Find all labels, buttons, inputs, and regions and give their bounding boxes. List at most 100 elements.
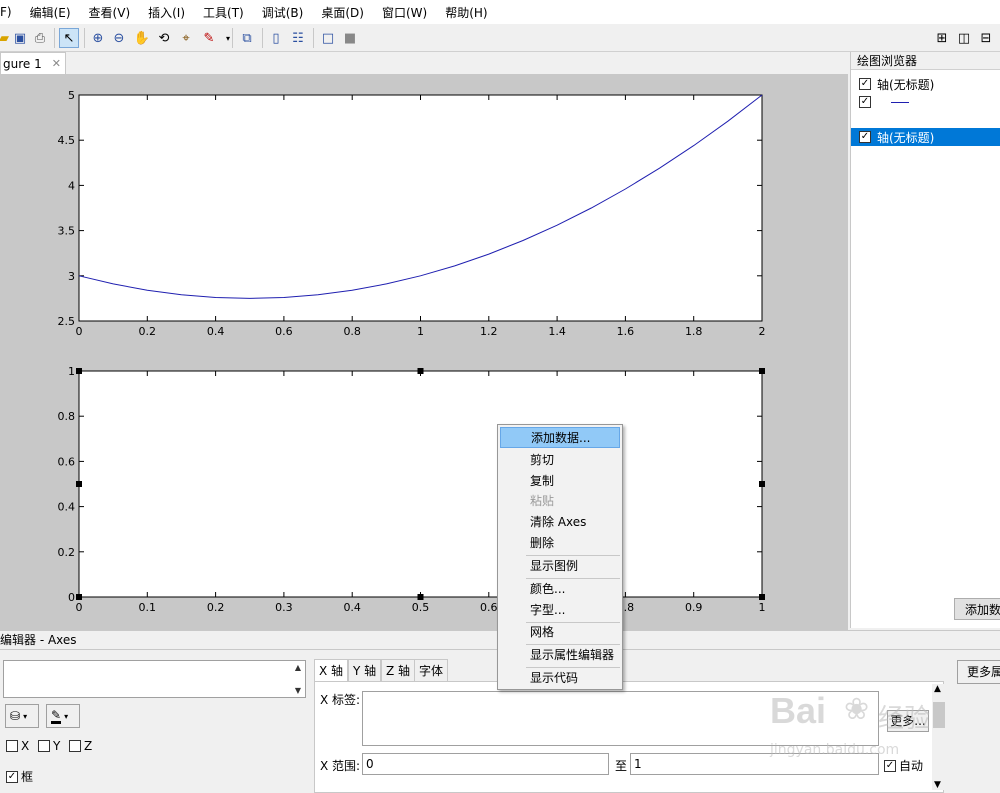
- menu-item-clear-axes[interactable]: 清除 Axes: [500, 512, 620, 533]
- menu-debug[interactable]: 调试(B): [253, 4, 313, 21]
- x-tick-label: 0.3: [275, 601, 293, 614]
- pan-icon[interactable]: ✋: [132, 28, 152, 48]
- tile-icon[interactable]: ⊞: [932, 28, 952, 48]
- x-visible-toggle[interactable]: X: [6, 739, 29, 753]
- tab-x-axis[interactable]: X 轴: [314, 659, 349, 682]
- figure-canvas[interactable]: 0 0.2 0.4 0.6 0.8 1 1.2 1.4 1.6 1.8 2 2.5 3 3.5 4 4.5 5 0…: [0, 74, 848, 630]
- chevron-down-icon: ▾: [23, 711, 28, 721]
- checkbox-icon[interactable]: [69, 740, 81, 752]
- watermark-url: jingyan.baidu.com: [770, 742, 900, 758]
- selection-handle: [76, 594, 82, 600]
- z-visible-toggle[interactable]: Z: [69, 739, 92, 753]
- print-icon[interactable]: ⎙: [30, 28, 50, 48]
- show-tools-icon[interactable]: ■: [340, 28, 360, 48]
- x-tick-label: 1: [759, 601, 766, 614]
- legend-icon[interactable]: ☷: [288, 28, 308, 48]
- scroll-down-icon[interactable]: ▼: [934, 780, 941, 790]
- save-icon[interactable]: ▣: [10, 28, 30, 48]
- menu-item-cut[interactable]: 剪切: [500, 450, 620, 471]
- close-icon[interactable]: ✕: [52, 57, 61, 70]
- selection-handle: [417, 594, 424, 600]
- add-data-button[interactable]: 添加数: [954, 598, 1000, 620]
- edge-color-button[interactable]: ✎ ▾: [46, 704, 80, 728]
- axes-name-field[interactable]: ▲ ▼: [3, 660, 306, 698]
- zoom-out-icon[interactable]: ⊖: [109, 28, 129, 48]
- menu-item-show-legend[interactable]: 显示图例: [500, 556, 620, 577]
- menu-insert[interactable]: 插入(I): [139, 4, 194, 21]
- checkbox-icon[interactable]: ✓: [859, 131, 871, 143]
- x-range-caption: X 范围:: [320, 759, 361, 773]
- selection-handle: [759, 368, 765, 374]
- split-icon[interactable]: ◫: [954, 28, 974, 48]
- rotate-icon[interactable]: ⟲: [154, 28, 174, 48]
- tab-figure-1[interactable]: gure 1 ✕: [0, 52, 66, 74]
- tab-strip: [0, 52, 848, 74]
- y-visible-toggle[interactable]: Y: [38, 739, 60, 753]
- name-scroll[interactable]: ▲ ▼: [291, 661, 305, 697]
- checkbox-icon[interactable]: ✓: [6, 770, 18, 783]
- z-visible-label: Z: [84, 739, 93, 753]
- pointer-icon[interactable]: ↖: [59, 28, 79, 48]
- x-tick-label: 0.4: [207, 325, 225, 338]
- data-cursor-icon[interactable]: ⌖: [176, 28, 196, 48]
- plot-browser-item-line[interactable]: ✓: [851, 93, 1000, 111]
- brush-icon[interactable]: ✎: [199, 28, 219, 48]
- zoom-in-icon[interactable]: ⊕: [88, 28, 108, 48]
- tab-y-axis[interactable]: Y 轴: [348, 659, 382, 681]
- plot-browser-title: 绘图浏览器: [851, 52, 1000, 70]
- y-tick-label: 3: [68, 270, 75, 283]
- colorbar-icon[interactable]: ▯: [266, 28, 286, 48]
- link-icon[interactable]: ⧉: [237, 28, 257, 48]
- menu-edit[interactable]: 编辑(E): [21, 4, 80, 21]
- selection-handle: [76, 368, 82, 374]
- x-tick-label: 0.2: [139, 325, 157, 338]
- menu-item-property-editor[interactable]: 显示属性编辑器: [500, 645, 620, 666]
- dock-icon[interactable]: ⊟: [976, 28, 996, 48]
- hide-tools-icon[interactable]: □: [318, 28, 338, 48]
- plot-browser-item-axes-2[interactable]: ✓ 轴(无标题): [851, 128, 1000, 146]
- to-caption: 至: [615, 759, 628, 773]
- x-tick-label: 1.4: [548, 325, 566, 338]
- figure-svg: 0 0.2 0.4 0.6 0.8 1 1.2 1.4 1.6 1.8 2 2.5 3 3.5 4 4.5 5 0…: [58, 89, 766, 614]
- x-tick-label: 0: [76, 325, 83, 338]
- menu-help[interactable]: 帮助(H): [436, 4, 496, 21]
- baidu-watermark: Bai ❀ 经验 jingyan.baidu.com: [770, 690, 950, 770]
- more-properties-button[interactable]: 更多属: [957, 660, 1000, 684]
- y-tick-label: 4.5: [58, 134, 76, 147]
- scroll-down-icon[interactable]: ▼: [295, 686, 301, 695]
- brush-dropdown-icon[interactable]: ▾: [218, 28, 238, 48]
- y-tick-label: 0.2: [58, 546, 76, 559]
- menu-item-show-code[interactable]: 显示代码: [500, 668, 620, 689]
- selection-handle: [759, 594, 765, 600]
- checkbox-icon[interactable]: [6, 740, 18, 752]
- menu-item-delete[interactable]: 删除: [500, 533, 620, 554]
- y-tick-label: 0: [68, 591, 75, 604]
- menu-item-grid[interactable]: 网格: [500, 622, 620, 643]
- menu-window[interactable]: 窗口(W): [373, 4, 436, 21]
- menu-file[interactable]: F): [0, 5, 21, 19]
- watermark-brand: Bai: [770, 690, 827, 731]
- tab-label: gure 1: [3, 56, 42, 71]
- tab-z-axis[interactable]: Z 轴: [381, 659, 416, 681]
- menu-desktop[interactable]: 桌面(D): [312, 4, 373, 21]
- box-toggle[interactable]: ✓ 框: [6, 768, 33, 785]
- checkbox-icon[interactable]: ✓: [859, 96, 871, 108]
- selection-handle: [759, 481, 765, 487]
- menu-item-copy[interactable]: 复制: [500, 471, 620, 492]
- y-tick-label: 0.4: [58, 501, 76, 514]
- x-range-min-field[interactable]: 0: [362, 753, 609, 775]
- plot-browser-item-label: 轴(无标题): [877, 77, 935, 92]
- checkbox-icon[interactable]: ✓: [859, 78, 871, 90]
- scroll-up-icon[interactable]: ▲: [295, 663, 301, 672]
- menu-item-color[interactable]: 颜色...: [500, 579, 620, 600]
- plot-browser-item-axes-1[interactable]: ✓ 轴(无标题): [851, 75, 1000, 93]
- checkbox-icon[interactable]: [38, 740, 50, 752]
- menu-item-font[interactable]: 字型...: [500, 600, 620, 621]
- y-tick-label: 4: [68, 179, 75, 192]
- fill-color-button[interactable]: ⛁ ▾: [5, 704, 39, 728]
- menu-tools[interactable]: 工具(T): [194, 4, 253, 21]
- menu-view[interactable]: 查看(V): [80, 4, 140, 21]
- y-tick-label: 3.5: [58, 225, 76, 238]
- tab-font[interactable]: 字体: [414, 659, 449, 681]
- menu-item-add-data[interactable]: 添加数据...: [500, 427, 620, 448]
